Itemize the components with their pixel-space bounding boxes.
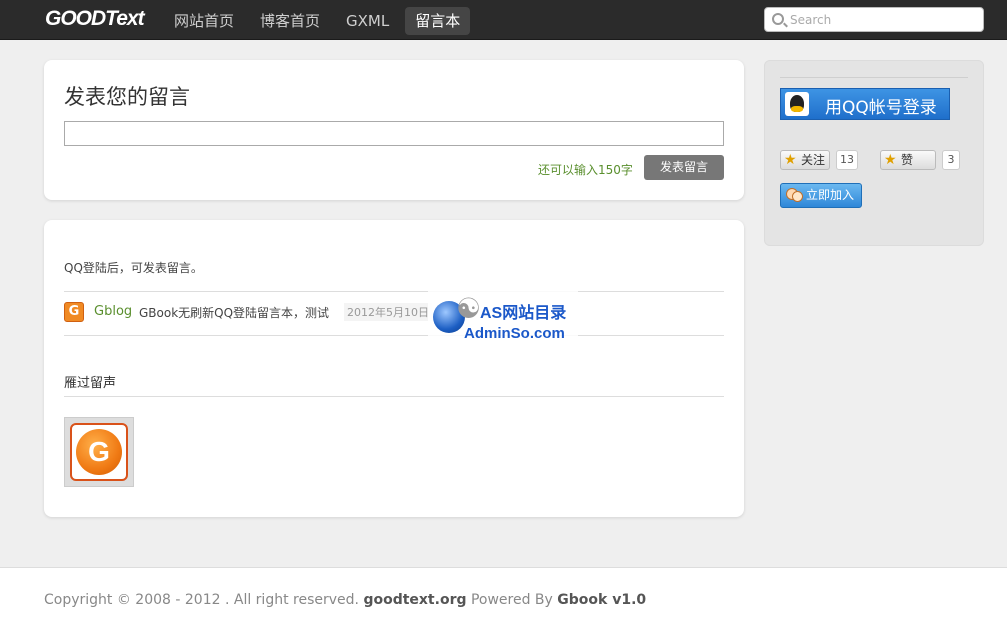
sidebar: 用QQ帐号登录 ★ 关注 13 ★ 赞 3 立即加入: [764, 60, 984, 246]
user-avatar-icon[interactable]: G: [64, 302, 84, 322]
like-label: 赞: [901, 153, 914, 167]
join-button[interactable]: 立即加入: [780, 183, 862, 208]
search-box[interactable]: [764, 7, 984, 32]
footer-text: Copyright © 2008 - 2012 . All right rese…: [44, 592, 646, 608]
follow-label: 关注: [801, 153, 826, 167]
people-icon: [786, 188, 803, 203]
visitors-title: 雁过留声: [64, 376, 117, 391]
message-input[interactable]: [64, 121, 724, 146]
footer-product[interactable]: Gbook v1.0: [557, 592, 646, 608]
like-count: 3: [942, 150, 960, 170]
qq-login-label: 用QQ帐号登录: [825, 98, 937, 118]
divider: [780, 77, 968, 78]
watermark-domain: AdminSo.com: [464, 325, 565, 342]
person-icon: ☯: [456, 292, 482, 325]
char-count-hint: 还可以输入150字: [538, 163, 633, 177]
divider: [64, 396, 724, 397]
nav-blog[interactable]: 博客首页: [250, 7, 330, 35]
star-icon: ★: [884, 152, 897, 168]
follow-button[interactable]: ★ 关注: [780, 150, 830, 170]
star-icon: ★: [784, 152, 797, 168]
login-hint: QQ登陆后，可发表留言。: [64, 261, 203, 275]
search-input[interactable]: [790, 11, 980, 29]
footer-site-link[interactable]: goodtext.org: [363, 592, 466, 608]
top-bar: GOODText 网站首页 博客首页 GXML 留言本: [0, 0, 1007, 40]
main-nav: 网站首页 博客首页 GXML 留言本: [164, 7, 476, 35]
like-button[interactable]: ★ 赞: [880, 150, 936, 170]
post-message-card: 发表您的留言 还可以输入150字 发表留言: [44, 60, 744, 200]
message-content: GBook无刷新QQ登陆留言本，测试: [139, 306, 330, 320]
watermark-title: AS网站目录: [480, 305, 567, 322]
message-date: 2012年5月10日: [344, 303, 432, 321]
message-list-card: QQ登陆后，可发表留言。 G Gblog GBook无刷新QQ登陆留言本，测试 …: [44, 220, 744, 517]
visitor-avatar[interactable]: G: [64, 417, 134, 487]
footer: Copyright © 2008 - 2012 . All right rese…: [0, 567, 1007, 631]
list-item: G Gblog GBook无刷新QQ登陆留言本，测试 2012年5月10日: [64, 302, 724, 324]
qq-penguin-icon: [785, 92, 809, 116]
nav-guestbook[interactable]: 留言本: [405, 7, 471, 35]
join-label: 立即加入: [806, 188, 855, 202]
follow-count: 13: [836, 150, 858, 170]
search-icon: [772, 13, 784, 25]
divider: [64, 291, 724, 292]
nav-gxml[interactable]: GXML: [336, 7, 399, 35]
copyright-text: Copyright © 2008 - 2012 . All right rese…: [44, 592, 359, 608]
site-logo[interactable]: GOODText: [45, 7, 145, 31]
powered-by-text: Powered By: [470, 592, 553, 608]
divider: [64, 335, 724, 336]
gbook-logo-icon: G: [76, 429, 122, 475]
watermark-logo: ☯ AS网站目录 AdminSo.com: [428, 287, 578, 345]
post-title: 发表您的留言: [64, 85, 190, 109]
message-author[interactable]: Gblog: [94, 304, 132, 319]
nav-home[interactable]: 网站首页: [164, 7, 244, 35]
submit-message-button[interactable]: 发表留言: [644, 155, 724, 180]
qq-login-button[interactable]: 用QQ帐号登录: [780, 88, 950, 120]
